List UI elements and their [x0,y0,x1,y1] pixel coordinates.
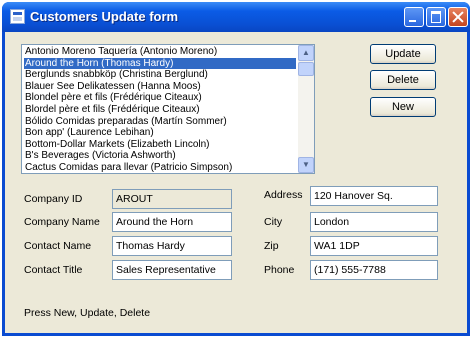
list-item[interactable]: Bottom-Dollar Markets (Elizabeth Lincoln… [24,139,296,151]
close-button[interactable] [448,7,468,27]
company-id-field[interactable]: AROUT [112,189,232,209]
form-icon [10,9,25,24]
zip-field[interactable]: WA1 1DP [310,236,438,256]
title-bar[interactable]: Customers Update form [2,2,470,32]
zip-label: Zip [264,240,279,252]
contact-title-field[interactable]: Sales Representative [112,260,232,280]
form-body: Antonio Moreno Taquería (Antonio Moreno)… [5,32,467,333]
city-label: City [264,216,283,228]
list-item[interactable]: Around the Horn (Thomas Hardy) [24,57,296,70]
company-name-label: Company Name [24,216,100,228]
scroll-thumb[interactable] [298,62,314,76]
list-item[interactable]: Blondel père et fils (Frédérique Citeaux… [24,92,296,104]
customers-list: Antonio Moreno Taquería (Antonio Moreno)… [24,46,296,173]
contact-title-label: Contact Title [24,264,83,276]
window-title: Customers Update form [30,9,179,24]
address-label: Address [264,189,303,201]
list-item[interactable]: Antonio Moreno Taquería (Antonio Moreno) [24,46,296,58]
list-item[interactable]: Bon app' (Laurence Lebihan) [24,127,296,139]
status-text: Press New, Update, Delete [24,307,151,319]
app-window: Customers Update form Antonio Moreno Taq… [2,2,470,336]
scroll-down-arrow-icon[interactable]: ▼ [298,157,314,173]
phone-label: Phone [264,264,295,276]
list-item[interactable]: Bólido Comidas preparadas (Martín Sommer… [24,116,296,128]
maximize-button[interactable] [426,7,446,27]
list-item[interactable]: B's Beverages (Victoria Ashworth) [24,150,296,162]
new-button[interactable]: New [370,97,436,117]
phone-field[interactable]: (171) 555-7788 [310,260,438,280]
scroll-up-arrow-icon[interactable]: ▲ [298,45,314,61]
list-item[interactable]: Blauer See Delikatessen (Hanna Moos) [24,81,296,93]
company-id-label: Company ID [24,193,83,205]
minimize-button[interactable] [404,7,424,27]
contact-name-label: Contact Name [24,240,92,252]
list-item[interactable]: Cactus Comidas para llevar (Patricio Sim… [24,162,296,173]
delete-button[interactable]: Delete [370,70,436,90]
list-item[interactable]: Blordel père et fils (Frédérique Citeaux… [24,104,296,116]
contact-name-field[interactable]: Thomas Hardy [112,236,232,256]
update-button[interactable]: Update [370,44,436,64]
company-name-field[interactable]: Around the Horn [112,212,232,232]
address-field[interactable]: 120 Hanover Sq. [310,186,438,206]
list-scrollbar[interactable]: ▲ ▼ [298,45,314,173]
city-field[interactable]: London [310,212,438,232]
list-item[interactable]: Berglunds snabbköp (Christina Berglund) [24,69,296,81]
customers-listbox[interactable]: Antonio Moreno Taquería (Antonio Moreno)… [21,44,315,174]
